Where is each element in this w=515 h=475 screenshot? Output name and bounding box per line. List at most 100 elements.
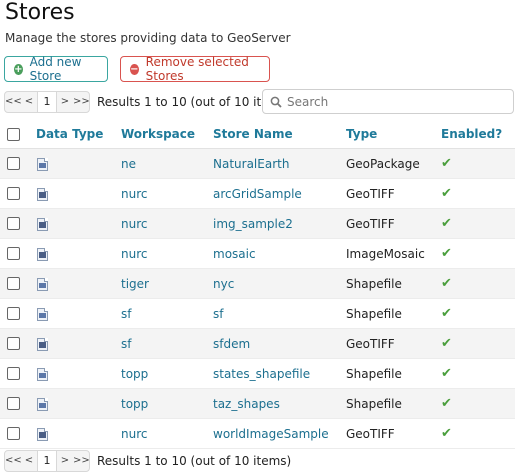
table-body: ne NaturalEarth GeoPackage ✔ nurc arcGridSamp… bbox=[0, 149, 515, 449]
vector-store-icon bbox=[37, 367, 48, 381]
table-row: topp states_shapefile Shapefile ✔ bbox=[0, 359, 515, 389]
table-row: sf sf Shapefile ✔ bbox=[0, 299, 515, 329]
enabled-check-icon: ✔ bbox=[441, 396, 452, 411]
pager-bottom: << < 1 > >> bbox=[4, 450, 90, 472]
stores-table: Data Type Workspace Store Name Type Enab… bbox=[0, 120, 515, 449]
row-checkbox[interactable] bbox=[7, 157, 20, 170]
store-type: GeoTIFF bbox=[346, 186, 395, 201]
store-type: Shapefile bbox=[346, 306, 402, 321]
select-all-checkbox[interactable] bbox=[7, 127, 20, 141]
raster-store-icon bbox=[37, 247, 48, 261]
enabled-check-icon: ✔ bbox=[441, 216, 452, 231]
minus-icon: − bbox=[130, 63, 139, 75]
enabled-check-icon: ✔ bbox=[441, 156, 452, 171]
raster-store-icon bbox=[37, 217, 48, 231]
store-name-link[interactable]: sfdem bbox=[213, 329, 250, 358]
row-checkbox[interactable] bbox=[7, 187, 20, 200]
workspace-link[interactable]: nurc bbox=[121, 239, 147, 268]
last-page-button[interactable]: >> bbox=[73, 92, 90, 112]
workspace-link[interactable]: sf bbox=[121, 329, 131, 358]
raster-store-icon bbox=[37, 187, 48, 201]
row-checkbox[interactable] bbox=[7, 337, 20, 350]
table-row: nurc arcGridSample GeoTIFF ✔ bbox=[0, 179, 515, 209]
remove-selected-stores-button[interactable]: − Remove selected Stores bbox=[120, 55, 270, 83]
store-name-link[interactable]: NaturalEarth bbox=[213, 149, 289, 178]
store-type: Shapefile bbox=[346, 276, 402, 291]
table-row: tiger nyc Shapefile ✔ bbox=[0, 269, 515, 299]
enabled-check-icon: ✔ bbox=[441, 306, 452, 321]
store-name-link[interactable]: taz_shapes bbox=[213, 389, 280, 418]
add-new-store-label: Add new Store bbox=[29, 55, 82, 83]
prev-page-button[interactable]: < bbox=[21, 92, 37, 112]
store-type: GeoTIFF bbox=[346, 426, 395, 441]
remove-selected-stores-label: Remove selected Stores bbox=[145, 55, 249, 83]
pager-top: << < 1 > >> bbox=[4, 91, 90, 113]
table-row: nurc worldImageSample GeoTIFF ✔ bbox=[0, 419, 515, 449]
header-workspace[interactable]: Workspace bbox=[121, 120, 195, 148]
enabled-check-icon: ✔ bbox=[441, 186, 452, 201]
workspace-link[interactable]: nurc bbox=[121, 209, 147, 238]
prev-page-button[interactable]: < bbox=[21, 451, 37, 471]
table-row: ne NaturalEarth GeoPackage ✔ bbox=[0, 149, 515, 179]
row-checkbox[interactable] bbox=[7, 307, 20, 320]
vector-store-icon bbox=[37, 277, 48, 291]
search-input[interactable] bbox=[287, 94, 487, 109]
workspace-link[interactable]: nurc bbox=[121, 179, 147, 208]
row-checkbox[interactable] bbox=[7, 367, 20, 380]
workspace-link[interactable]: tiger bbox=[121, 269, 149, 298]
store-name-link[interactable]: sf bbox=[213, 299, 223, 328]
workspace-link[interactable]: topp bbox=[121, 389, 148, 418]
page-1-button[interactable]: 1 bbox=[37, 451, 57, 471]
enabled-check-icon: ✔ bbox=[441, 426, 452, 441]
page-1-button[interactable]: 1 bbox=[37, 92, 57, 112]
next-page-button[interactable]: > bbox=[57, 92, 73, 112]
workspace-link[interactable]: sf bbox=[121, 299, 131, 328]
table-row: topp taz_shapes Shapefile ✔ bbox=[0, 389, 515, 419]
page-subtitle: Manage the stores providing data to GeoS… bbox=[5, 31, 291, 45]
row-checkbox[interactable] bbox=[7, 247, 20, 260]
workspace-link[interactable]: nurc bbox=[121, 419, 147, 448]
table-row: nurc img_sample2 GeoTIFF ✔ bbox=[0, 209, 515, 239]
last-page-button[interactable]: >> bbox=[73, 451, 90, 471]
store-type: GeoTIFF bbox=[346, 336, 395, 351]
row-checkbox[interactable] bbox=[7, 427, 20, 440]
raster-store-icon bbox=[37, 427, 48, 441]
header-enabled[interactable]: Enabled? bbox=[441, 120, 502, 148]
first-page-button[interactable]: << bbox=[5, 451, 22, 471]
store-name-link[interactable]: mosaic bbox=[213, 239, 256, 268]
store-name-link[interactable]: arcGridSample bbox=[213, 179, 302, 208]
store-name-link[interactable]: nyc bbox=[213, 269, 234, 298]
workspace-link[interactable]: topp bbox=[121, 359, 148, 388]
enabled-check-icon: ✔ bbox=[441, 366, 452, 381]
table-row: nurc mosaic ImageMosaic ✔ bbox=[0, 239, 515, 269]
plus-icon: + bbox=[14, 63, 23, 75]
enabled-check-icon: ✔ bbox=[441, 276, 452, 291]
search-box bbox=[262, 89, 514, 114]
table-header: Data Type Workspace Store Name Type Enab… bbox=[0, 120, 515, 149]
vector-store-icon bbox=[37, 157, 48, 171]
store-type: GeoTIFF bbox=[346, 216, 395, 231]
store-name-link[interactable]: worldImageSample bbox=[213, 419, 329, 448]
store-type: ImageMosaic bbox=[346, 246, 425, 261]
row-checkbox[interactable] bbox=[7, 397, 20, 410]
store-type: Shapefile bbox=[346, 396, 402, 411]
header-data-type[interactable]: Data Type bbox=[36, 120, 103, 148]
row-checkbox[interactable] bbox=[7, 277, 20, 290]
store-type: GeoPackage bbox=[346, 156, 420, 171]
workspace-link[interactable]: ne bbox=[121, 149, 136, 178]
enabled-check-icon: ✔ bbox=[441, 336, 452, 351]
store-name-link[interactable]: states_shapefile bbox=[213, 359, 310, 388]
row-checkbox[interactable] bbox=[7, 217, 20, 230]
first-page-button[interactable]: << bbox=[5, 92, 22, 112]
store-type: Shapefile bbox=[346, 366, 402, 381]
enabled-check-icon: ✔ bbox=[441, 246, 452, 261]
header-store-name[interactable]: Store Name bbox=[213, 120, 293, 148]
search-icon bbox=[270, 96, 282, 108]
store-name-link[interactable]: img_sample2 bbox=[213, 209, 293, 238]
header-type[interactable]: Type bbox=[346, 120, 377, 148]
page-title: Stores bbox=[5, 0, 75, 25]
raster-store-icon bbox=[37, 337, 48, 351]
add-new-store-button[interactable]: + Add new Store bbox=[4, 55, 108, 83]
next-page-button[interactable]: > bbox=[57, 451, 73, 471]
vector-store-icon bbox=[37, 397, 48, 411]
